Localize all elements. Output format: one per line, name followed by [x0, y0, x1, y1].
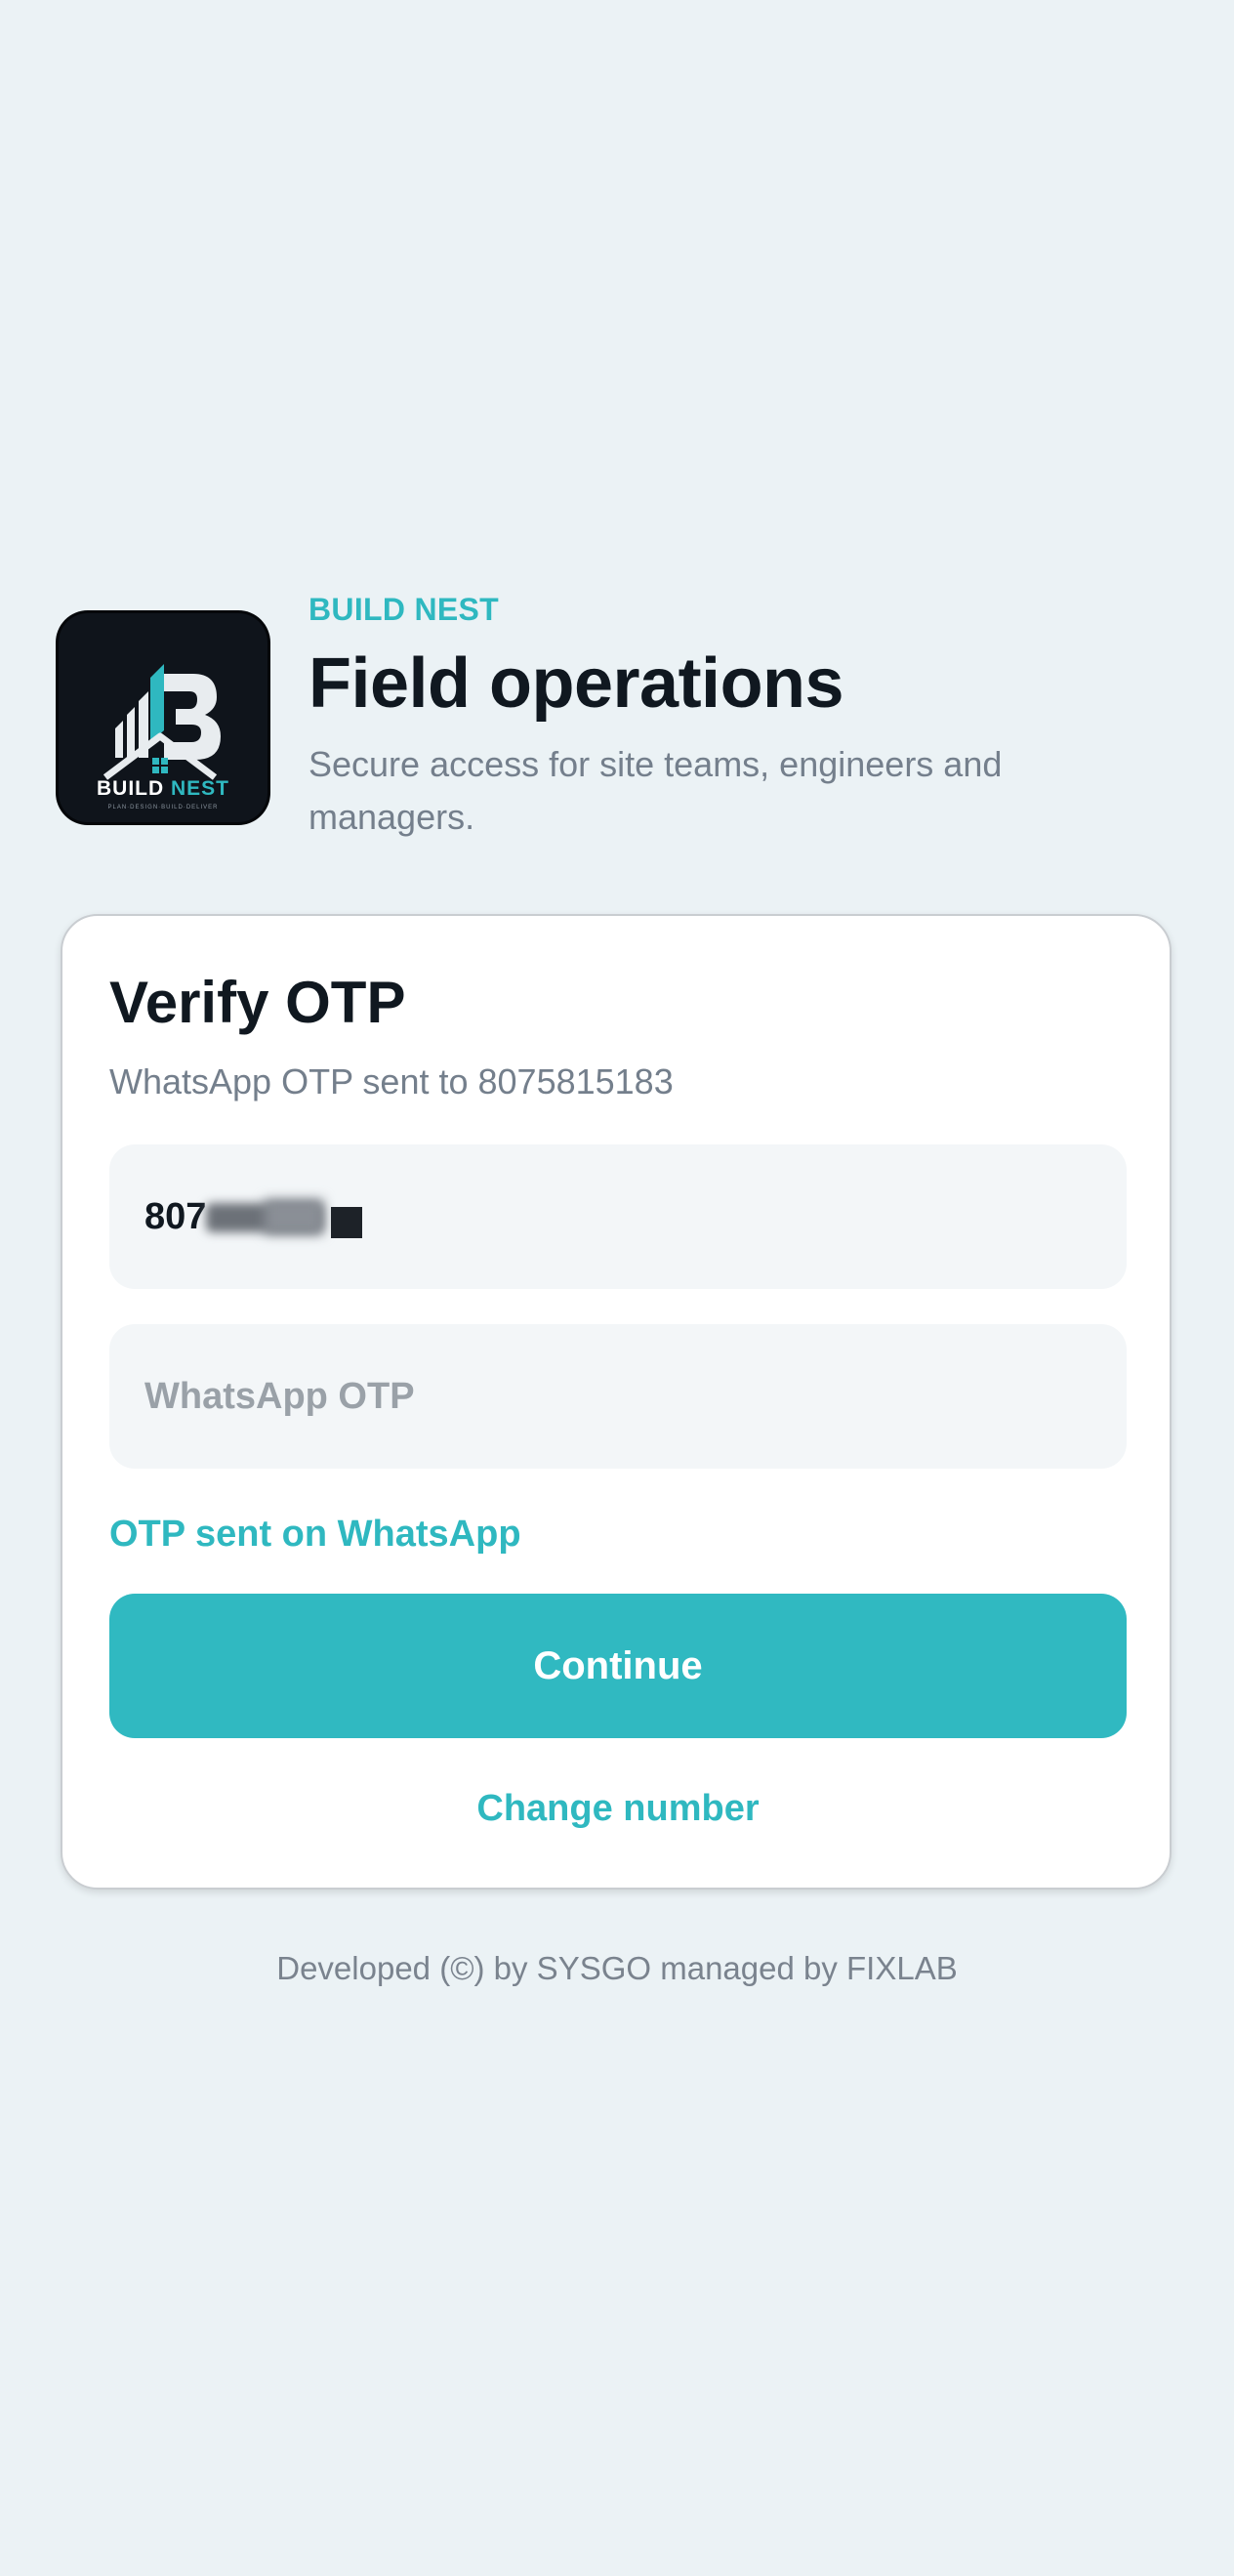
logo-graphic: BUILD NEST PLAN·DESIGN·BUILD·DELIVER: [97, 664, 229, 810]
redacted-digits: [206, 1195, 382, 1238]
verify-otp-card: Verify OTP WhatsApp OTP sent to 80758151…: [61, 914, 1172, 1890]
phone-number-value: 807: [144, 1195, 207, 1237]
header-text: BUILD NEST Field operations Secure acces…: [308, 590, 1148, 844]
change-number-link[interactable]: Change number: [109, 1781, 1127, 1836]
svg-text:BUILD NEST: BUILD NEST: [97, 777, 229, 800]
brand-header: BUILD NEST PLAN·DESIGN·BUILD·DELIVER BUI…: [59, 590, 1175, 853]
phone-number-field[interactable]: 807: [109, 1144, 1127, 1289]
continue-button[interactable]: Continue: [109, 1594, 1127, 1738]
card-title: Verify OTP: [109, 970, 406, 1035]
otp-input[interactable]: [144, 1375, 1091, 1418]
brand-eyebrow: BUILD NEST: [308, 592, 499, 627]
page-title: Field operations: [308, 644, 844, 723]
build-nest-logo: BUILD NEST PLAN·DESIGN·BUILD·DELIVER: [59, 613, 267, 822]
otp-field-container: [109, 1324, 1127, 1469]
card-subtitle: WhatsApp OTP sent to 8075815183: [109, 1061, 674, 1101]
page-subtitle: Secure access for site teams, engineers …: [308, 744, 1003, 837]
footer-credit: Developed (©) by SYSGO managed by FIXLAB: [276, 1950, 958, 1986]
otp-status-text: OTP sent on WhatsApp: [109, 1514, 521, 1555]
svg-text:PLAN·DESIGN·BUILD·DELIVER: PLAN·DESIGN·BUILD·DELIVER: [107, 805, 218, 810]
